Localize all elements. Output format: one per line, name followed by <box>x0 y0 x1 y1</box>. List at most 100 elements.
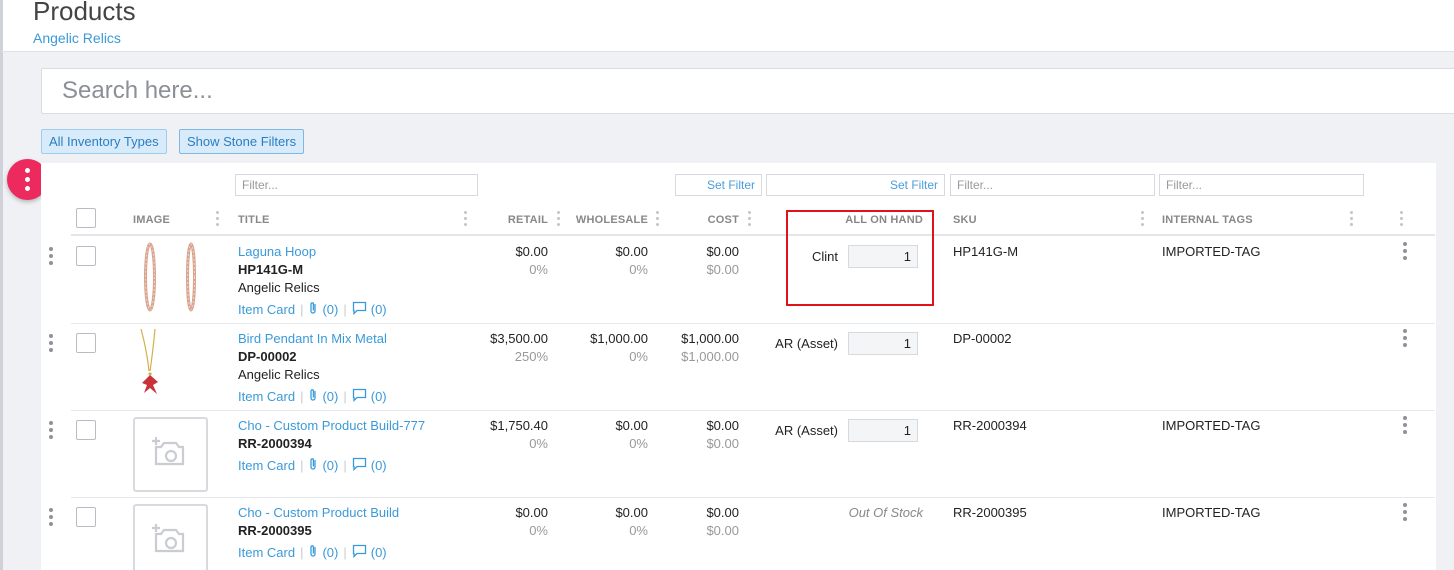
product-title-link[interactable]: Bird Pendant In Mix Metal <box>238 331 387 346</box>
image-placeholder[interactable] <box>133 504 208 570</box>
cost-sub-value: $0.00 <box>706 436 739 451</box>
column-header-image[interactable]: IMAGE <box>133 214 170 226</box>
item-card-link[interactable]: Item Card <box>238 545 295 560</box>
paperclip-icon[interactable] <box>308 388 318 405</box>
comment-icon[interactable] <box>352 388 367 405</box>
product-sku: HP141G-M <box>238 262 304 277</box>
location-label: AR (Asset) <box>775 336 838 351</box>
row-drag-handle[interactable] <box>49 334 53 355</box>
comment-icon[interactable] <box>352 301 367 318</box>
cost-set-filter[interactable]: Set Filter <box>675 174 762 196</box>
store-name-link[interactable]: Angelic Relics <box>33 30 121 46</box>
column-resize-handle[interactable] <box>557 211 560 229</box>
comment-icon[interactable] <box>352 544 367 561</box>
cost-price: $0.00 <box>706 418 739 433</box>
row-checkbox[interactable] <box>76 333 96 353</box>
row-divider <box>71 323 1435 324</box>
column-header-retail[interactable]: RETAIL <box>448 214 548 226</box>
column-header-internal-tags[interactable]: INTERNAL TAGS <box>1162 214 1253 226</box>
retail-price: $1,750.40 <box>490 418 548 433</box>
attachments-count[interactable]: (0) <box>322 389 338 404</box>
show-stone-filters-button[interactable]: Show Stone Filters <box>179 129 305 154</box>
paperclip-icon[interactable] <box>308 457 318 474</box>
sku-value: RR-2000395 <box>953 505 1027 520</box>
cost-sub-value: $0.00 <box>706 262 739 277</box>
item-card-link[interactable]: Item Card <box>238 389 295 404</box>
paperclip-icon[interactable] <box>308 301 318 318</box>
column-resize-handle[interactable] <box>1400 211 1403 229</box>
annotation-highlight-box <box>786 210 934 306</box>
wholesale-price: $1,000.00 <box>590 331 648 346</box>
product-title-link[interactable]: Cho - Custom Product Build-777 <box>238 418 425 433</box>
select-all-checkbox[interactable] <box>76 208 96 228</box>
column-header-title[interactable]: TITLE <box>238 214 270 226</box>
image-placeholder[interactable] <box>133 417 208 492</box>
bird-pendant-image[interactable] <box>133 327 208 402</box>
row-checkbox[interactable] <box>76 246 96 266</box>
attachments-count[interactable]: (0) <box>322 302 338 317</box>
attachments-count[interactable]: (0) <box>322 545 338 560</box>
comment-icon[interactable] <box>352 457 367 474</box>
product-title-link[interactable]: Laguna Hoop <box>238 244 316 259</box>
row-links: Item Card | (0) | (0) <box>238 457 387 474</box>
separator: | <box>300 389 304 404</box>
column-header-sku[interactable]: SKU <box>953 214 977 226</box>
comments-count[interactable]: (0) <box>371 302 387 317</box>
quantity-field[interactable]: 1 <box>848 419 918 442</box>
item-card-link[interactable]: Item Card <box>238 458 295 473</box>
separator: | <box>343 389 347 404</box>
retail-markup: 250% <box>514 349 548 364</box>
out-of-stock-label: Out Of Stock <box>848 505 923 520</box>
row-menu-button[interactable] <box>1403 503 1407 524</box>
product-vendor: Angelic Relics <box>238 280 320 295</box>
retail-markup: 0% <box>529 436 548 451</box>
row-menu-button[interactable] <box>1403 242 1407 263</box>
product-sku: RR-2000394 <box>238 436 312 451</box>
wholesale-markup: 0% <box>629 523 648 538</box>
sku-value: DP-00002 <box>953 331 1012 346</box>
row-checkbox[interactable] <box>76 507 96 527</box>
wholesale-price: $0.00 <box>615 505 648 520</box>
left-edge <box>0 52 3 570</box>
location-label: AR (Asset) <box>775 423 838 438</box>
product-title-link[interactable]: Cho - Custom Product Build <box>238 505 399 520</box>
row-drag-handle[interactable] <box>49 247 53 268</box>
hoop-earring-image[interactable] <box>133 240 208 315</box>
comments-count[interactable]: (0) <box>371 389 387 404</box>
sku-value: RR-2000394 <box>953 418 1027 433</box>
quantity-field[interactable]: 1 <box>848 332 918 355</box>
column-resize-handle[interactable] <box>1141 211 1144 229</box>
page-title: Products <box>33 0 136 26</box>
column-header-wholesale[interactable]: WHOLESALE <box>548 214 648 226</box>
search-input[interactable] <box>42 69 1454 113</box>
row-menu-button[interactable] <box>1403 329 1407 350</box>
row-links: Item Card | (0) | (0) <box>238 544 387 561</box>
product-sku: RR-2000395 <box>238 523 312 538</box>
column-header-cost[interactable]: COST <box>639 214 739 226</box>
row-links: Item Card | (0) | (0) <box>238 301 387 318</box>
row-divider <box>71 410 1435 411</box>
paperclip-icon[interactable] <box>308 544 318 561</box>
column-resize-handle[interactable] <box>464 211 467 229</box>
column-resize-handle[interactable] <box>216 211 219 229</box>
retail-markup: 0% <box>529 523 548 538</box>
column-resize-handle[interactable] <box>1350 211 1353 229</box>
row-drag-handle[interactable] <box>49 421 53 442</box>
row-menu-button[interactable] <box>1403 416 1407 437</box>
sku-filter-input[interactable]: Filter... <box>950 174 1155 196</box>
attachments-count[interactable]: (0) <box>322 458 338 473</box>
add-photo-icon <box>152 524 185 553</box>
all-inventory-types-button[interactable]: All Inventory Types <box>41 129 167 154</box>
separator: | <box>300 545 304 560</box>
tags-filter-input[interactable]: Filter... <box>1159 174 1364 196</box>
title-filter-input[interactable]: Filter... <box>235 174 478 196</box>
on-hand-set-filter[interactable]: Set Filter <box>766 174 945 196</box>
comments-count[interactable]: (0) <box>371 545 387 560</box>
comments-count[interactable]: (0) <box>371 458 387 473</box>
column-resize-handle[interactable] <box>656 211 659 229</box>
row-drag-handle[interactable] <box>49 508 53 529</box>
row-checkbox[interactable] <box>76 420 96 440</box>
item-card-link[interactable]: Item Card <box>238 302 295 317</box>
cost-price: $1,000.00 <box>681 331 739 346</box>
column-resize-handle[interactable] <box>748 211 751 229</box>
